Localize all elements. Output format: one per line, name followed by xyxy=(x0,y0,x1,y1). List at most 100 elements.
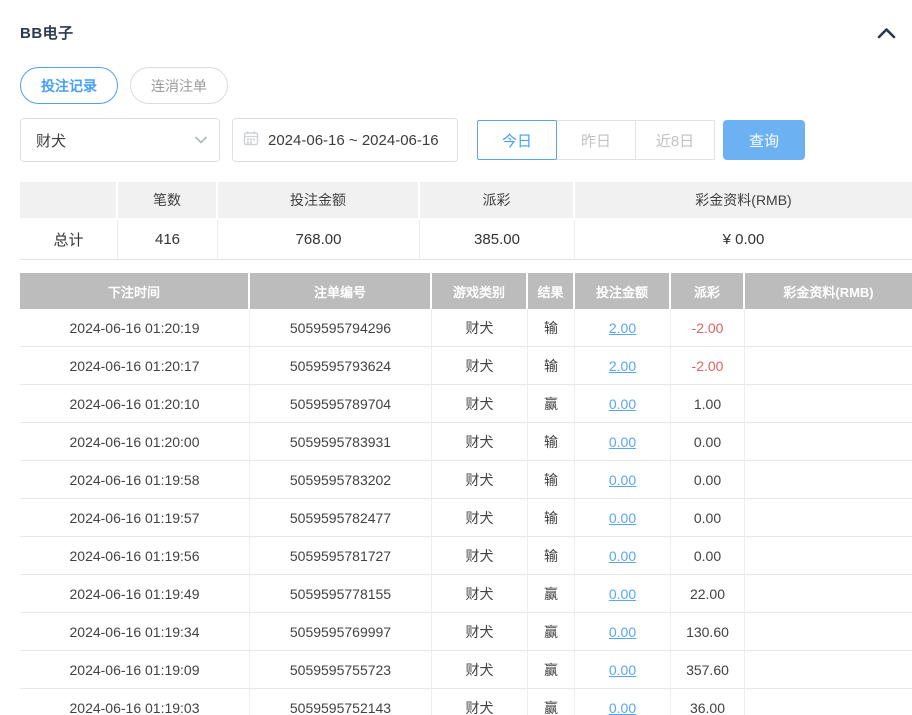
quick-range-yesterday-button[interactable]: 昨日 xyxy=(556,120,636,160)
bet-time-cell: 2024-06-16 01:19:09 xyxy=(20,651,250,689)
tab-bet-records[interactable]: 投注记录 xyxy=(20,67,118,104)
chevron-down-icon xyxy=(195,131,207,149)
bet-time-cell: 2024-06-16 01:19:57 xyxy=(20,499,250,537)
bet-amount-link[interactable]: 0.00 xyxy=(609,434,636,450)
result-cell: 输 xyxy=(528,309,575,347)
payout-cell: 22.00 xyxy=(671,575,745,613)
order-id-cell: 5059595769997 xyxy=(250,613,432,651)
game-select[interactable]: 财犬 xyxy=(20,118,220,162)
game-select-value: 财犬 xyxy=(36,130,66,151)
bet-amount-cell: 0.00 xyxy=(575,613,671,651)
game-type-cell: 财犬 xyxy=(432,651,528,689)
quick-range-today-button[interactable]: 今日 xyxy=(477,120,557,160)
bonus-cell xyxy=(745,347,912,385)
result-cell: 输 xyxy=(528,461,575,499)
game-type-cell: 财犬 xyxy=(432,385,528,423)
bet-amount-cell: 0.00 xyxy=(575,423,671,461)
summary-col-bonus: 彩金资料(RMB) xyxy=(575,182,912,220)
panel-title: BB电子 xyxy=(20,22,74,43)
table-row: 2024-06-16 01:20:005059595783931财犬输0.000… xyxy=(20,423,912,461)
bet-amount-link[interactable]: 0.00 xyxy=(609,586,636,602)
records-table: 下注时间 注单编号 游戏类别 结果 投注金额 派彩 彩金资料(RMB) 2024… xyxy=(20,273,912,715)
bet-amount-link[interactable]: 0.00 xyxy=(609,396,636,412)
bet-amount-cell: 2.00 xyxy=(575,309,671,347)
bonus-cell xyxy=(745,651,912,689)
bet-amount-cell: 0.00 xyxy=(575,537,671,575)
summary-total-bet-amount: 768.00 xyxy=(218,220,420,260)
payout-cell: 0.00 xyxy=(671,423,745,461)
collapse-panel-button[interactable] xyxy=(875,25,898,41)
result-cell: 赢 xyxy=(528,575,575,613)
bet-amount-cell: 2.00 xyxy=(575,347,671,385)
payout-cell: 0.00 xyxy=(671,461,745,499)
bet-time-cell: 2024-06-16 01:19:56 xyxy=(20,537,250,575)
payout-cell: 1.00 xyxy=(671,385,745,423)
order-id-cell: 5059595781727 xyxy=(250,537,432,575)
result-cell: 赢 xyxy=(528,689,575,715)
bonus-cell xyxy=(745,309,912,347)
quick-range-last8days-button[interactable]: 近8日 xyxy=(635,120,715,160)
order-id-cell: 5059595789704 xyxy=(250,385,432,423)
summary-total-payout: 385.00 xyxy=(420,220,575,260)
bet-amount-link[interactable]: 0.00 xyxy=(609,624,636,640)
bet-amount-link[interactable]: 0.00 xyxy=(609,662,636,678)
bet-time-cell: 2024-06-16 01:20:17 xyxy=(20,347,250,385)
bet-amount-cell: 0.00 xyxy=(575,689,671,715)
summary-col-blank xyxy=(20,182,118,220)
result-cell: 赢 xyxy=(528,613,575,651)
order-id-cell: 5059595794296 xyxy=(250,309,432,347)
result-cell: 赢 xyxy=(528,385,575,423)
result-cell: 输 xyxy=(528,347,575,385)
game-type-cell: 财犬 xyxy=(432,575,528,613)
records-header-row: 下注时间 注单编号 游戏类别 结果 投注金额 派彩 彩金资料(RMB) xyxy=(20,273,912,309)
result-cell: 输 xyxy=(528,499,575,537)
bet-time-cell: 2024-06-16 01:19:58 xyxy=(20,461,250,499)
date-range-input[interactable]: 2024-06-16 ~ 2024-06-16 xyxy=(232,118,458,162)
order-id-cell: 5059595793624 xyxy=(250,347,432,385)
bonus-cell xyxy=(745,461,912,499)
records-col-bonus: 彩金资料(RMB) xyxy=(745,273,912,309)
payout-cell: 36.00 xyxy=(671,689,745,715)
bet-amount-cell: 0.00 xyxy=(575,461,671,499)
bet-time-cell: 2024-06-16 01:20:19 xyxy=(20,309,250,347)
search-button[interactable]: 查询 xyxy=(723,120,805,160)
result-cell: 赢 xyxy=(528,651,575,689)
calendar-icon xyxy=(243,130,259,151)
summary-table: 笔数 投注金额 派彩 彩金资料(RMB) 总计 416 768.00 385.0… xyxy=(20,182,912,260)
table-row: 2024-06-16 01:19:035059595752143财犬赢0.003… xyxy=(20,689,912,715)
bonus-cell xyxy=(745,423,912,461)
bet-amount-link[interactable]: 0.00 xyxy=(609,700,636,715)
bet-amount-link[interactable]: 0.00 xyxy=(609,472,636,488)
table-row: 2024-06-16 01:20:105059595789704财犬赢0.001… xyxy=(20,385,912,423)
summary-total-label: 总计 xyxy=(20,220,118,260)
payout-cell: 357.60 xyxy=(671,651,745,689)
bet-amount-cell: 0.00 xyxy=(575,575,671,613)
result-cell: 输 xyxy=(528,537,575,575)
records-col-game-type: 游戏类别 xyxy=(432,273,528,309)
bet-time-cell: 2024-06-16 01:20:00 xyxy=(20,423,250,461)
bonus-cell xyxy=(745,385,912,423)
order-id-cell: 5059595783202 xyxy=(250,461,432,499)
bonus-cell xyxy=(745,575,912,613)
payout-cell: -2.00 xyxy=(671,347,745,385)
bet-time-cell: 2024-06-16 01:19:49 xyxy=(20,575,250,613)
table-row: 2024-06-16 01:19:565059595781727财犬输0.000… xyxy=(20,537,912,575)
bet-amount-link[interactable]: 2.00 xyxy=(609,320,636,336)
order-id-cell: 5059595755723 xyxy=(250,651,432,689)
bet-amount-link[interactable]: 0.00 xyxy=(609,510,636,526)
records-col-bet-time: 下注时间 xyxy=(20,273,250,309)
order-id-cell: 5059595783931 xyxy=(250,423,432,461)
bb-games-panel: BB电子 投注记录 连消注单 财犬 2024-06-16 ~ 2024-06-1… xyxy=(0,0,912,715)
date-range-value: 2024-06-16 ~ 2024-06-16 xyxy=(268,132,439,149)
bet-amount-cell: 0.00 xyxy=(575,499,671,537)
order-id-cell: 5059595782477 xyxy=(250,499,432,537)
summary-total-bonus: ¥ 0.00 xyxy=(575,220,912,260)
summary-total-count: 416 xyxy=(118,220,218,260)
bet-amount-link[interactable]: 0.00 xyxy=(609,548,636,564)
bet-amount-link[interactable]: 2.00 xyxy=(609,358,636,374)
tab-cancelled-orders[interactable]: 连消注单 xyxy=(130,67,228,104)
game-type-cell: 财犬 xyxy=(432,309,528,347)
bonus-cell xyxy=(745,537,912,575)
records-col-result: 结果 xyxy=(528,273,575,309)
table-row: 2024-06-16 01:19:495059595778155财犬赢0.002… xyxy=(20,575,912,613)
